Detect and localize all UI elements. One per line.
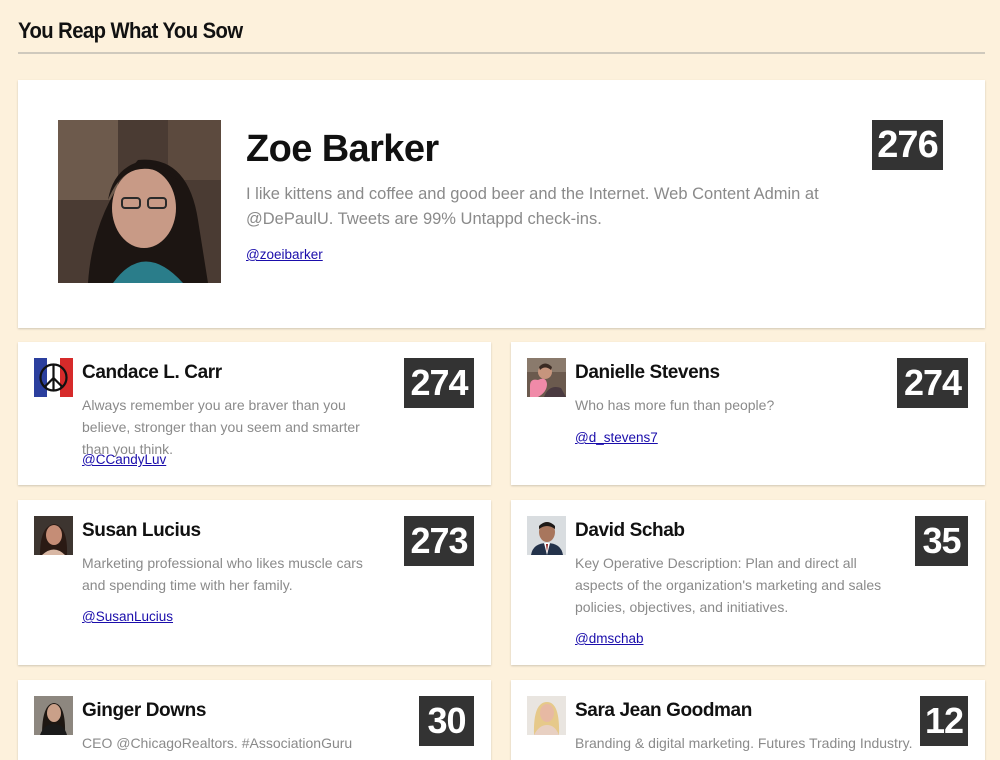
profile-card: Susan Lucius Marketing professional who …	[18, 500, 491, 665]
featured-profile-card: Zoe Barker I like kittens and coffee and…	[18, 80, 985, 328]
score-badge: 35	[915, 516, 968, 566]
profile-photo-icon	[34, 696, 73, 735]
profile-card: Candace L. Carr Always remember you are …	[18, 342, 491, 485]
page-title: You Reap What You Sow	[18, 18, 243, 43]
avatar[interactable]	[34, 696, 73, 735]
profile-card: Sara Jean Goodman Branding & digital mar…	[511, 680, 985, 760]
profile-photo-icon	[527, 516, 566, 555]
profile-card: Ginger Downs CEO @ChicagoRealtors. #Asso…	[18, 680, 491, 760]
score-badge: 276	[872, 120, 943, 170]
score-badge: 30	[419, 696, 474, 746]
profile-name: Susan Lucius	[82, 520, 201, 541]
score-badge: 273	[404, 516, 474, 566]
profile-bio: Who has more fun than people?	[575, 397, 775, 413]
avatar[interactable]	[34, 358, 73, 397]
profile-bio: I like kittens and coffee and good beer …	[246, 185, 819, 228]
score-badge: 274	[897, 358, 968, 408]
score-badge: 274	[404, 358, 474, 408]
avatar[interactable]	[527, 358, 566, 397]
profile-handle-link[interactable]: @dmschab	[575, 631, 643, 646]
profile-handle-link[interactable]: @CCandyLuv	[82, 452, 166, 467]
profile-card: Danielle Stevens Who has more fun than p…	[511, 342, 985, 485]
profile-name: Candace L. Carr	[82, 362, 222, 383]
profile-name: Zoe Barker	[246, 128, 439, 170]
profile-name: David Schab	[575, 520, 685, 541]
avatar[interactable]	[34, 516, 73, 555]
profile-bio: Always remember you are braver than you …	[82, 397, 360, 457]
profile-name: Ginger Downs	[82, 700, 206, 721]
profile-photo-icon	[34, 516, 73, 555]
profile-handle-link[interactable]: @SusanLucius	[82, 609, 173, 624]
profile-bio: CEO @ChicagoRealtors. #AssociationGuru #…	[82, 735, 362, 760]
page-header: You Reap What You Sow	[18, 18, 985, 54]
page: You Reap What You Sow Zoe Barker I like …	[0, 0, 1000, 760]
profile-bio: Marketing professional who likes muscle …	[82, 555, 363, 593]
avatar[interactable]	[527, 696, 566, 735]
profile-handle-link[interactable]: @zoeibarker	[246, 247, 323, 262]
profile-bio: Key Operative Description: Plan and dire…	[575, 555, 882, 615]
profile-photo-icon	[527, 696, 566, 735]
profile-handle-link[interactable]: @d_stevens7	[575, 430, 658, 445]
avatar[interactable]	[527, 516, 566, 555]
profile-photo-icon	[58, 120, 221, 283]
heart-profile-icon	[527, 358, 566, 397]
profile-name: Danielle Stevens	[575, 362, 720, 383]
profile-name: Sara Jean Goodman	[575, 700, 752, 721]
profile-bio: Branding & digital marketing. Futures Tr…	[575, 735, 913, 760]
profile-card: David Schab Key Operative Description: P…	[511, 500, 985, 665]
avatar[interactable]	[58, 120, 221, 283]
peace-sign-flag-icon	[34, 358, 73, 397]
score-badge: 12	[920, 696, 968, 746]
